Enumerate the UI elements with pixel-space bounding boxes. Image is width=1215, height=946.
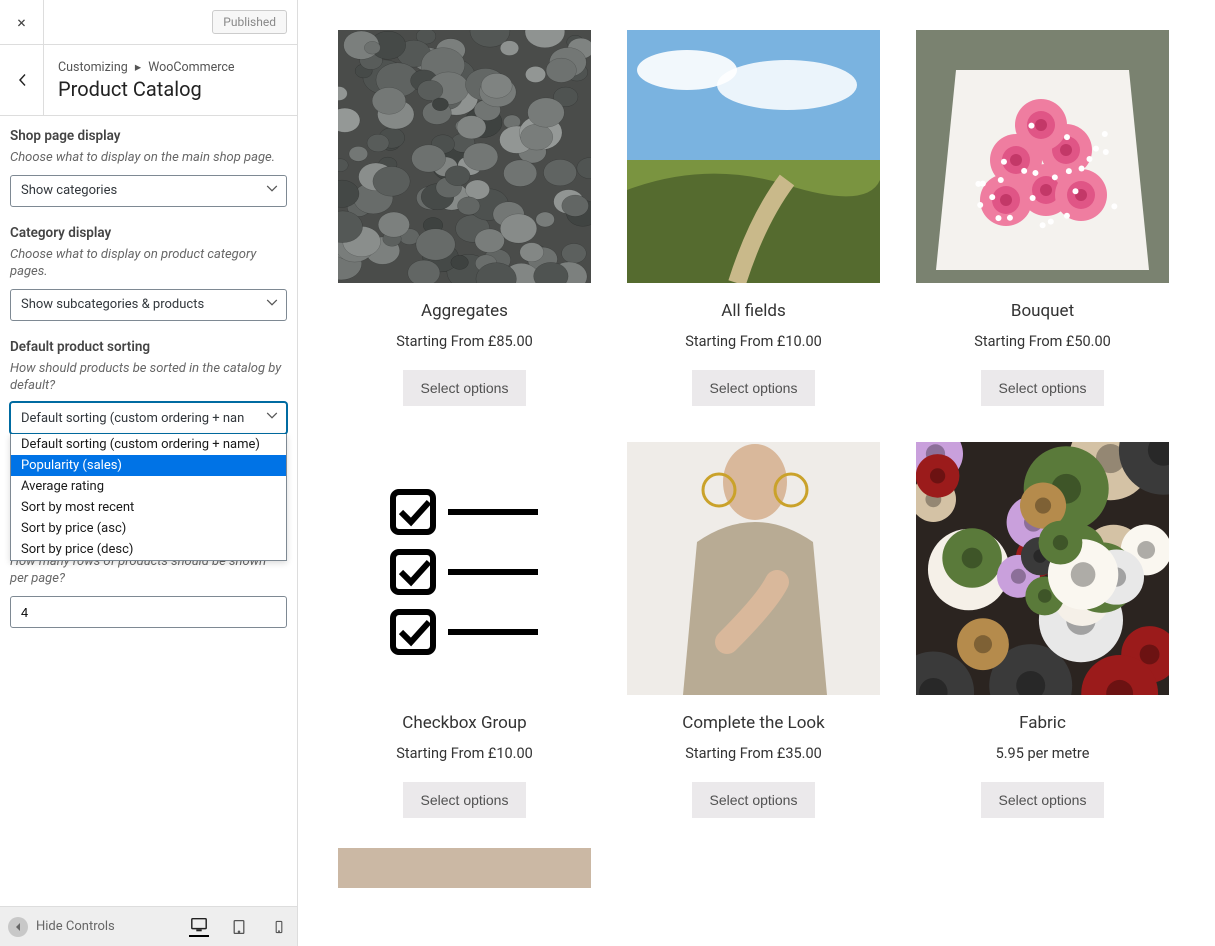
published-button[interactable]: Published (212, 10, 287, 34)
select-options-button[interactable]: Select options (403, 370, 527, 406)
product-price: 5.95 per metre (916, 745, 1169, 762)
select-options-button[interactable]: Select options (981, 782, 1105, 818)
mobile-icon[interactable] (269, 917, 289, 937)
shop-display-label: Shop page display (10, 128, 287, 144)
desktop-icon[interactable] (189, 917, 209, 937)
product-image[interactable] (627, 30, 880, 283)
tablet-icon[interactable] (229, 917, 249, 937)
sort-option[interactable]: Sort by price (asc) (11, 518, 286, 539)
product-title[interactable]: Fabric (916, 713, 1169, 733)
product-card: Aggregates Starting From £85.00 Select o… (338, 30, 591, 406)
shop-display-desc: Choose what to display on the main shop … (10, 150, 287, 167)
sidebar-top: × Published (0, 0, 297, 45)
sort-option[interactable]: Average rating (11, 476, 286, 497)
breadcrumb-sep-icon: ▸ (135, 60, 141, 75)
shop-display-select[interactable]: Show categories (10, 175, 287, 207)
sort-option[interactable]: Sort by price (desc) (11, 539, 286, 560)
default-sort-label: Default product sorting (10, 339, 287, 355)
panel-body: Shop page display Choose what to display… (0, 116, 297, 906)
product-image[interactable] (916, 30, 1169, 283)
product-title[interactable]: All fields (627, 301, 880, 321)
category-display-select[interactable]: Show subcategories & products (10, 289, 287, 321)
close-icon[interactable]: × (0, 0, 44, 44)
preview-pane: Aggregates Starting From £85.00 Select o… (298, 0, 1215, 946)
header-row: Customizing ▸ WooCommerce Product Catalo… (0, 45, 297, 116)
breadcrumb-parent: WooCommerce (148, 60, 234, 75)
sort-option[interactable]: Sort by most recent (11, 497, 286, 518)
select-options-button[interactable]: Select options (692, 782, 816, 818)
hide-controls-button[interactable]: Hide Controls (36, 919, 115, 934)
product-title[interactable]: Bouquet (916, 301, 1169, 321)
select-options-button[interactable]: Select options (692, 370, 816, 406)
product-price: Starting From £35.00 (627, 745, 880, 762)
select-options-button[interactable]: Select options (981, 370, 1105, 406)
breadcrumb-root: Customizing (58, 60, 128, 75)
product-card: Bouquet Starting From £50.00 Select opti… (916, 30, 1169, 406)
product-card: Fabric 5.95 per metre Select options (916, 442, 1169, 818)
collapse-icon[interactable] (8, 917, 28, 937)
product-price: Starting From £10.00 (338, 745, 591, 762)
product-title[interactable]: Complete the Look (627, 713, 880, 733)
product-title[interactable]: Checkbox Group (338, 713, 591, 733)
product-card: Complete the Look Starting From £35.00 S… (627, 442, 880, 818)
sort-option[interactable]: Popularity (sales) (11, 455, 286, 476)
page-title: Product Catalog (58, 77, 235, 101)
product-price: Starting From £50.00 (916, 333, 1169, 350)
breadcrumb: Customizing ▸ WooCommerce (58, 59, 235, 75)
default-sort-select[interactable]: Default sorting (custom ordering + nan (10, 402, 287, 434)
chevron-left-icon (14, 72, 30, 88)
default-sort-dropdown: Default sorting (custom ordering + name)… (10, 434, 287, 561)
select-options-button[interactable]: Select options (403, 782, 527, 818)
product-image[interactable] (338, 848, 591, 888)
customizer-sidebar: × Published Customizing ▸ WooCommerce Pr… (0, 0, 298, 946)
product-card: Checkbox Group Starting From £10.00 Sele… (338, 442, 591, 818)
sidebar-footer: Hide Controls (0, 906, 297, 946)
product-price: Starting From £10.00 (627, 333, 880, 350)
product-card (338, 848, 591, 888)
product-image[interactable] (916, 442, 1169, 695)
product-title[interactable]: Aggregates (338, 301, 591, 321)
product-image[interactable] (627, 442, 880, 695)
category-display-label: Category display (10, 225, 287, 241)
product-card: All fields Starting From £10.00 Select o… (627, 30, 880, 406)
product-price: Starting From £85.00 (338, 333, 591, 350)
rows-per-page-input[interactable] (10, 596, 287, 628)
default-sort-desc: How should products be sorted in the cat… (10, 361, 287, 395)
product-image[interactable] (338, 30, 591, 283)
sort-option[interactable]: Default sorting (custom ordering + name) (11, 434, 286, 455)
product-image[interactable] (338, 442, 591, 695)
category-display-desc: Choose what to display on product catego… (10, 247, 287, 281)
back-button[interactable] (0, 45, 44, 115)
